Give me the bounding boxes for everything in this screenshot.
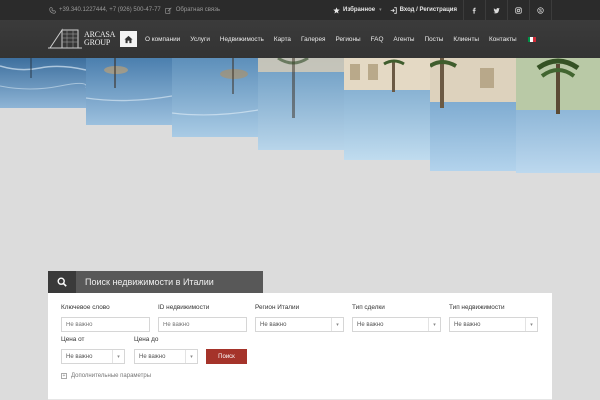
twitter-icon[interactable] bbox=[485, 0, 507, 20]
nav-item-about[interactable]: О компании bbox=[140, 36, 185, 43]
keyword-label: Ключевое слово bbox=[61, 304, 110, 311]
chevron-down-icon[interactable]: ▾ bbox=[379, 7, 382, 13]
sign-in-icon bbox=[390, 6, 397, 14]
id-label: ID недвижимости bbox=[158, 304, 210, 311]
nav-item-regions[interactable]: Регионы bbox=[331, 36, 366, 43]
home-button[interactable] bbox=[120, 31, 137, 47]
star-icon bbox=[333, 6, 340, 14]
arcasa-logo[interactable]: ARCASA GROUP bbox=[48, 24, 118, 54]
property-type-label: Тип недвижимости bbox=[449, 304, 505, 311]
nav-item-posts[interactable]: Посты bbox=[419, 36, 448, 43]
region-select-value: Не важно bbox=[260, 321, 287, 328]
phone-numbers: +39.340.1227444, +7 (926) 500-47-77 bbox=[59, 7, 161, 13]
price-from-select[interactable]: Не важно ▾ bbox=[61, 349, 125, 364]
flag-stripe bbox=[532, 36, 536, 42]
nav-item-gallery[interactable]: Галерея bbox=[296, 36, 331, 43]
logo-text: ARCASA GROUP bbox=[84, 31, 115, 47]
facebook-icon[interactable] bbox=[463, 0, 485, 20]
deal-type-label: Тип сделки bbox=[352, 304, 385, 311]
search-icon bbox=[48, 271, 76, 293]
plus-icon: + bbox=[61, 373, 67, 379]
main-menu: О компании Услуги Недвижимость Карта Гал… bbox=[120, 20, 536, 58]
region-select[interactable]: Не важно ▾ bbox=[255, 317, 344, 332]
search-button[interactable]: Поиск bbox=[206, 349, 247, 364]
hero-image-strip bbox=[344, 58, 430, 160]
edit-icon bbox=[165, 6, 173, 14]
price-to-value: Не важно bbox=[139, 353, 166, 360]
feedback-link[interactable]: Обратная связь bbox=[176, 7, 220, 13]
login-link[interactable]: Вход / Регистрация bbox=[384, 6, 463, 14]
skype-icon[interactable] bbox=[529, 0, 552, 20]
advanced-options-toggle[interactable]: + Дополнительные параметры bbox=[61, 373, 151, 379]
property-search-form: Ключевое слово ID недвижимости Регион Ит… bbox=[48, 293, 552, 400]
hero-image-strip bbox=[258, 58, 344, 150]
property-type-select-value: Не важно bbox=[454, 321, 481, 328]
keyword-input[interactable] bbox=[61, 317, 150, 332]
hero-image-strip bbox=[516, 58, 600, 173]
nav-item-property[interactable]: Недвижимость bbox=[215, 36, 269, 43]
home-icon bbox=[124, 35, 133, 43]
search-title: Поиск недвижимости в Италии bbox=[85, 277, 214, 287]
chevron-down-icon: ▾ bbox=[428, 318, 440, 331]
chevron-down-icon: ▾ bbox=[112, 350, 124, 363]
hero-image-strip bbox=[172, 58, 258, 137]
property-id-input[interactable] bbox=[158, 317, 247, 332]
search-title-bar: Поиск недвижимости в Италии bbox=[48, 271, 263, 293]
hero-image-strip bbox=[0, 58, 86, 108]
top-right-links: Избранное ▾ Вход / Регистрация bbox=[327, 0, 552, 20]
price-to-select[interactable]: Не важно ▾ bbox=[134, 349, 198, 364]
top-bar-inner: +39.340.1227444, +7 (926) 500-47-77 Обра… bbox=[48, 0, 552, 20]
nav-item-agents[interactable]: Агенты bbox=[388, 36, 419, 43]
hero-image-strip bbox=[430, 58, 516, 171]
login-label: Вход / Регистрация bbox=[399, 7, 457, 13]
nav-item-services[interactable]: Услуги bbox=[185, 36, 215, 43]
region-label: Регион Италии bbox=[255, 304, 300, 311]
top-bar: +39.340.1227444, +7 (926) 500-47-77 Обра… bbox=[0, 0, 600, 20]
phone-icon bbox=[48, 6, 56, 14]
building-logo-icon bbox=[48, 28, 82, 49]
main-navbar-inner: ARCASA GROUP О компании Услуги Недвижимо… bbox=[48, 20, 552, 58]
chevron-down-icon: ▾ bbox=[331, 318, 343, 331]
nav-item-map[interactable]: Карта bbox=[269, 36, 296, 43]
advanced-options-label: Дополнительные параметры bbox=[71, 373, 152, 379]
favorites-link[interactable]: Избранное bbox=[327, 6, 381, 14]
price-from-label: Цена от bbox=[61, 336, 85, 343]
price-to-label: Цена до bbox=[134, 336, 159, 343]
favorites-label: Избранное bbox=[343, 7, 376, 13]
deal-type-select-value: Не важно bbox=[357, 321, 384, 328]
chevron-down-icon: ▾ bbox=[185, 350, 197, 363]
deal-type-select[interactable]: Не важно ▾ bbox=[352, 317, 441, 332]
nav-item-faq[interactable]: FAQ bbox=[366, 36, 389, 43]
nav-item-contacts[interactable]: Контакты bbox=[484, 36, 522, 43]
instagram-icon[interactable] bbox=[507, 0, 529, 20]
chevron-down-icon: ▾ bbox=[525, 318, 537, 331]
contact-info: +39.340.1227444, +7 (926) 500-47-77 Обра… bbox=[48, 6, 220, 14]
logo-line-2: GROUP bbox=[84, 38, 111, 47]
italy-flag-icon[interactable] bbox=[527, 36, 536, 42]
main-navbar: ARCASA GROUP О компании Услуги Недвижимо… bbox=[0, 20, 600, 58]
hero-image-strip bbox=[86, 58, 172, 125]
nav-item-clients[interactable]: Клиенты bbox=[448, 36, 484, 43]
price-from-value: Не важно bbox=[66, 353, 93, 360]
property-type-select[interactable]: Не важно ▾ bbox=[449, 317, 538, 332]
